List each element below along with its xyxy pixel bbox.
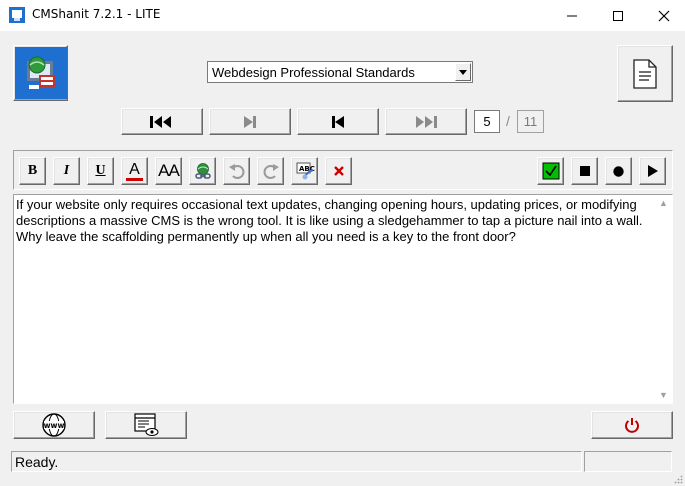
previous-record-icon	[332, 115, 344, 128]
italic-label: I	[63, 163, 70, 178]
delete-button[interactable]	[325, 157, 352, 185]
redo-icon	[263, 164, 279, 179]
dropdown-button[interactable]	[455, 63, 471, 81]
current-page-field[interactable]: 5	[474, 110, 500, 133]
font-color-button[interactable]: A	[121, 157, 148, 185]
scroll-down-icon[interactable]: ▼	[659, 390, 668, 400]
font-color-swatch	[126, 177, 143, 181]
network-user-icon	[14, 47, 67, 99]
text-editor[interactable]: If your website only requires occasional…	[13, 194, 673, 404]
redo-button[interactable]	[257, 157, 284, 185]
maximize-button[interactable]	[595, 0, 641, 31]
record-button[interactable]	[605, 157, 632, 185]
total-pages-field: 11	[517, 110, 544, 133]
www-icon: www	[42, 413, 66, 437]
status-text: Ready.	[11, 451, 582, 472]
play-button[interactable]	[639, 157, 666, 185]
preview-icon	[134, 413, 159, 436]
record-icon	[613, 165, 624, 177]
maximize-icon	[613, 10, 623, 21]
dropdown-arrow-icon	[459, 69, 467, 75]
logo-button[interactable]	[13, 45, 68, 101]
link-button[interactable]	[189, 157, 216, 185]
last-record-icon	[416, 115, 437, 128]
font-size-label: AA	[158, 161, 180, 180]
template-select-value: Webdesign Professional Standards	[212, 65, 415, 80]
font-color-label: A	[129, 160, 140, 178]
first-record-button[interactable]	[121, 108, 203, 135]
page-separator: /	[506, 113, 510, 129]
underline-label: U	[95, 163, 106, 178]
italic-button[interactable]: I	[53, 157, 80, 185]
document-icon	[633, 58, 657, 89]
spellcheck-button[interactable]: ABC	[291, 157, 318, 185]
title-bar[interactable]: CMShanit 7.2.1 - LITE	[0, 0, 685, 31]
template-select[interactable]: Webdesign Professional Standards	[207, 61, 473, 83]
status-side-panel	[584, 451, 672, 472]
svg-text:ABC: ABC	[299, 165, 315, 173]
minimize-button[interactable]	[549, 0, 595, 31]
last-record-button[interactable]	[385, 108, 467, 135]
accept-icon	[542, 162, 559, 180]
svg-text:www: www	[44, 421, 65, 430]
font-size-button[interactable]: AA	[155, 157, 182, 185]
first-record-icon	[150, 115, 171, 128]
scroll-up-icon[interactable]: ▲	[659, 198, 668, 208]
underline-button[interactable]: U	[87, 157, 114, 185]
play-icon	[647, 165, 658, 177]
minimize-icon	[567, 15, 577, 16]
stop-icon	[579, 166, 590, 176]
app-icon	[9, 7, 25, 23]
undo-button[interactable]	[223, 157, 250, 185]
preview-button[interactable]	[105, 411, 187, 439]
delete-icon	[333, 166, 344, 176]
power-button[interactable]	[591, 411, 673, 439]
link-icon	[194, 163, 211, 179]
undo-icon	[228, 164, 244, 179]
next-record-icon	[244, 115, 256, 128]
bold-button[interactable]: B	[19, 157, 46, 185]
resize-grip-icon[interactable]	[673, 474, 683, 484]
www-button[interactable]: www	[13, 411, 95, 439]
editor-content[interactable]: If your website only requires occasional…	[16, 197, 652, 245]
close-icon	[658, 10, 670, 21]
close-button[interactable]	[641, 0, 685, 31]
window-title: CMShanit 7.2.1 - LITE	[32, 7, 161, 21]
bold-label: B	[27, 163, 38, 178]
spellcheck-icon: ABC	[296, 162, 315, 180]
vertical-scrollbar[interactable]: ▲ ▼	[655, 195, 672, 403]
accept-button[interactable]	[537, 157, 564, 185]
next-record-button[interactable]	[209, 108, 291, 135]
document-button[interactable]	[617, 45, 673, 102]
power-icon	[625, 418, 639, 433]
previous-record-button[interactable]	[297, 108, 379, 135]
stop-button[interactable]	[571, 157, 598, 185]
